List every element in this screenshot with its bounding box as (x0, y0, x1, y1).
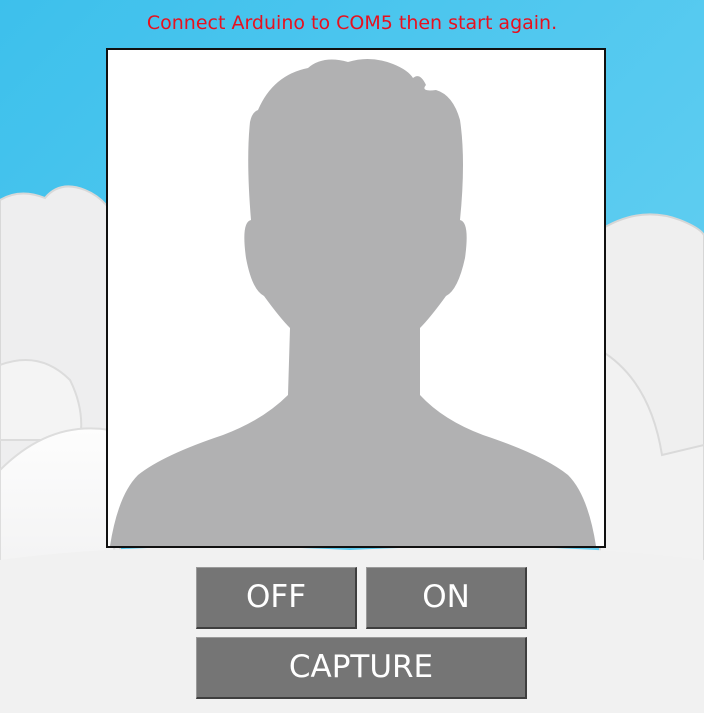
off-button[interactable]: OFF (196, 567, 357, 629)
capture-button[interactable]: CAPTURE (196, 637, 527, 699)
on-button[interactable]: ON (366, 567, 527, 629)
status-message: Connect Arduino to COM5 then start again… (146, 12, 558, 34)
person-silhouette-icon (108, 50, 604, 546)
photo-preview (106, 48, 606, 548)
